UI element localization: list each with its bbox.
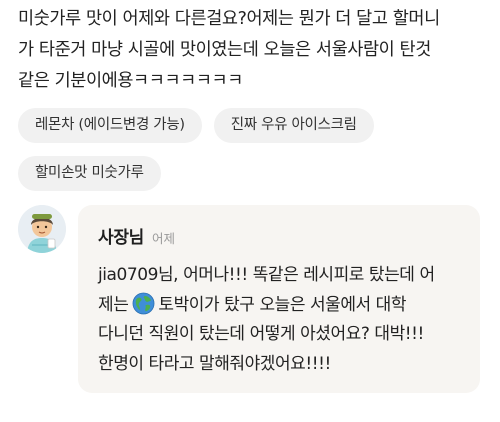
tag-row: 레몬차 (에이드변경 가능) 진짜 우유 아이스크림 bbox=[18, 108, 488, 143]
review-line: 미숫가루 맛이 어제와 다른걸요?어제는 뭔가 더 달고 할머니 bbox=[18, 9, 440, 29]
reply-text: jia0709님, 어머나!!! 똑같은 레시피로 탔는데 어 제는 토박이가 … bbox=[98, 261, 470, 379]
reply-line-segment: 토박이가 탔구 오늘은 서울에서 대학 bbox=[158, 294, 407, 315]
review-line: 가 타준거 마냥 시골에 맛이였는데 오늘은 서울사람이 탄것 bbox=[18, 40, 431, 60]
reply-line-segment: 제는 bbox=[98, 294, 129, 315]
menu-tag-misutgaru[interactable]: 할미손맛 미숫가루 bbox=[18, 156, 161, 191]
reply-header: 사장님 어제 bbox=[98, 223, 175, 248]
reply-line: 제는 토박이가 탔구 오늘은 서울에서 대학 bbox=[98, 291, 470, 321]
review-line: 같은 기분이에용ㅋㅋㅋㅋㅋㅋㅋ bbox=[18, 71, 243, 91]
owner-avatar bbox=[18, 205, 66, 253]
reply-line: jia0709님, 어머나!!! 똑같은 레시피로 탔는데 어 bbox=[98, 265, 435, 285]
reply-line: 한명이 타라고 말해줘야겠어요!!!! bbox=[98, 353, 331, 374]
reply-bubble: 사장님 어제 jia0709님, 어머나!!! 똑같은 레시피로 탔는데 어 제… bbox=[78, 205, 480, 393]
owner-name: 사장님 bbox=[98, 228, 145, 248]
earth-globe-icon bbox=[132, 292, 155, 314]
reply-date: 어제 bbox=[152, 231, 176, 246]
owner-avatar-illustration bbox=[18, 205, 66, 253]
ordered-menu-tags: 레몬차 (에이드변경 가능) 진짜 우유 아이스크림 할미손맛 미숫가루 bbox=[18, 108, 488, 204]
tag-row: 할미손맛 미숫가루 bbox=[18, 156, 488, 191]
reply-line: 다니던 직원이 탔는데 어떻게 아셨어요? 대박!!! bbox=[98, 324, 424, 344]
review-text: 미숫가루 맛이 어제와 다른걸요?어제는 뭔가 더 달고 할머니 가 타준거 마… bbox=[18, 4, 488, 97]
menu-tag-lemon-tea[interactable]: 레몬차 (에이드변경 가능) bbox=[18, 108, 202, 143]
menu-tag-milk-ice-cream[interactable]: 진짜 우유 아이스크림 bbox=[213, 108, 374, 143]
